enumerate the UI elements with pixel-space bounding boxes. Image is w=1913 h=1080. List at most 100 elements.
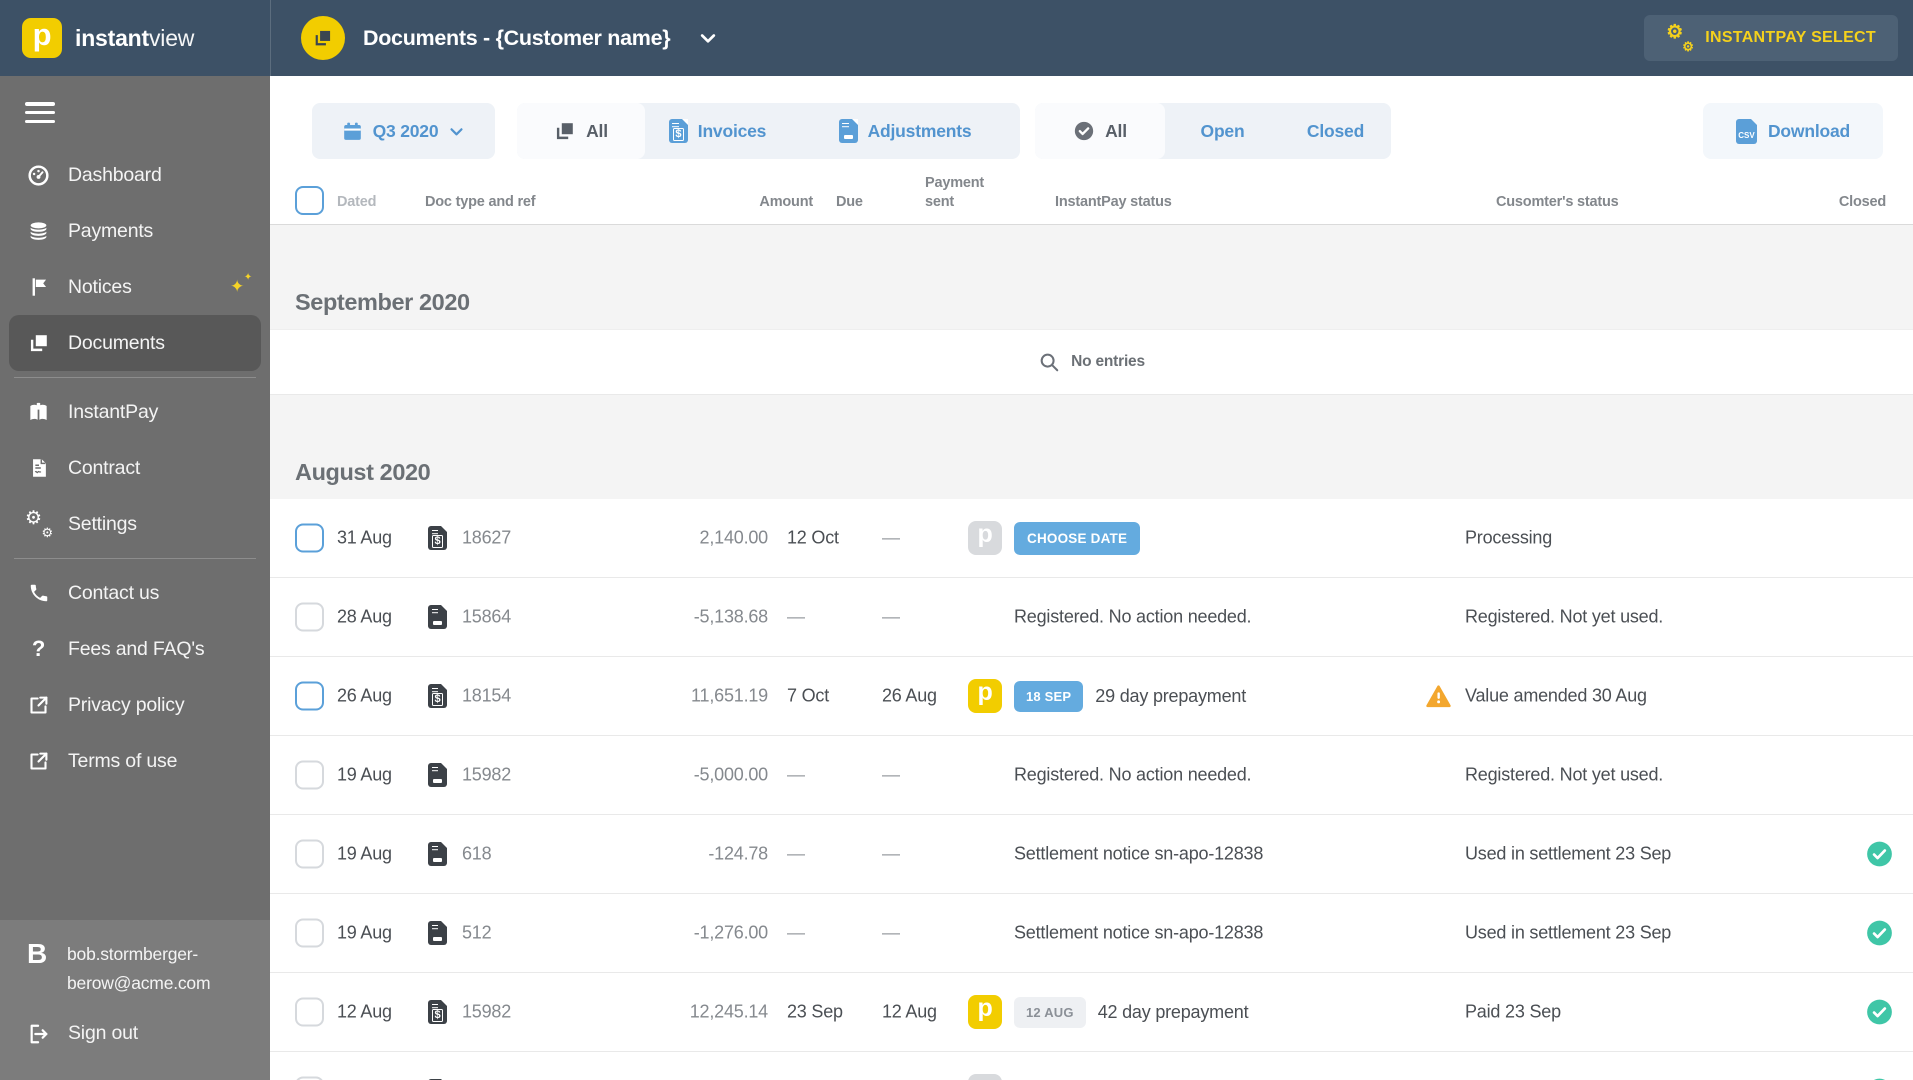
column-amount: Amount [759,194,813,210]
invoice-doc-icon: $ [428,684,447,708]
status-filter-all[interactable]: All [1035,103,1165,159]
row-ref: 15982 [462,1001,512,1022]
row-checkbox[interactable] [295,523,324,553]
row-amount: 11,651.19 [691,685,768,706]
sidebar-item-settings[interactable]: ⚙ ⚙ Settings [0,496,270,552]
section-title: September 2020 [295,289,470,315]
sidebar-item-dashboard[interactable]: Dashboard [0,147,270,203]
doc-type-filter-adjustments[interactable]: Adjustments [790,103,1020,159]
sidebar-item-fees-and-faq-s[interactable]: ? Fees and FAQ's [0,621,270,677]
row-customer-status: Registered. Not yet used. [1465,764,1664,785]
row-ref: 15864 [462,606,512,627]
row-instantpay-status: Registered. No action needed. [968,764,1252,786]
row-checkbox[interactable] [295,681,324,711]
sidebar-item-label: Contract [68,456,141,479]
instantpay-status-text: Settlement notice sn-apo-12838 [1014,922,1264,943]
row-instantpay-status: Settlement notice sn-apo-12838 [968,844,1263,865]
calendar-icon [342,121,363,142]
table-row: 19 Aug 512 -1,276.00 — — Settlement notice sn… [270,894,1913,973]
instantpay-logo-icon: p [968,994,1002,1029]
row-checkbox[interactable] [295,839,324,869]
choose-date-button[interactable]: CHOOSE DATE [1014,521,1141,555]
table-header: Dated Doc type and ref Amount Due Paymen… [270,170,1913,225]
row-checkbox[interactable] [295,918,324,948]
gears-icon: ⚙ ⚙ [25,508,53,540]
sidebar-item-label: Terms of use [68,749,178,772]
row-instantpay-status: Settlement notice sn-apo-12838 [968,923,1263,944]
invoice-doc-icon: $ [428,1000,447,1024]
row-amount: -124.78 [708,843,768,864]
row-doc-icon [428,605,447,629]
sidebar-item-contract[interactable]: Contract [0,440,270,496]
coins-icon [25,220,52,243]
section-heading: September 2020 [270,225,1913,329]
topbar: Documents - {Customer name} ⚙ ⚙ INSTANTPA… [270,0,1913,76]
table-row: 26 Aug $18154 11,651.19 7 Oct 26 Aug p 18 SEP 2… [270,657,1913,736]
closed-check-icon [1866,841,1893,868]
row-customer-status: Paid 23 Sep [1465,1001,1561,1022]
sidebar-item-terms-of-use[interactable]: Terms of use [0,733,270,789]
download-button[interactable]: CSV Download [1703,103,1883,159]
row-ref: 512 [462,922,492,943]
sidebar-item-label: Settings [68,512,137,535]
row-instantpay-status: Registered. No action needed. [968,607,1252,628]
sidebar-item-documents[interactable]: Documents [9,315,261,371]
doc-type-filter-all[interactable]: All [517,103,645,159]
sidebar-item-payments[interactable]: Payments [0,203,270,259]
closed-check-icon [1866,920,1893,947]
row-checkbox[interactable] [295,997,324,1027]
column-due: Due [836,194,863,210]
table-row: 19 Aug 618 -124.78 — — Settlement notice sn-a… [270,815,1913,894]
status-filter-closed[interactable]: Closed [1280,103,1391,159]
row-amount: -1,276.00 [693,922,768,943]
sidebar-footer: B bob.stormberger- berow@acme.com Sign o… [0,920,270,1080]
customer-selector-chevron-down-icon[interactable] [698,28,718,48]
instantpay-status-text: Settlement notice sn-apo-12838 [1014,843,1264,864]
sidebar-divider [14,377,256,378]
row-due: 23 Sep [787,1001,843,1022]
csv-file-icon: CSV [1735,118,1757,144]
row-payment-sent: — [882,843,900,864]
sidebar-item-notices[interactable]: Notices ✦ ✦ [0,259,270,315]
instantpay-status-text: 42 day prepayment [1097,1001,1249,1022]
menu-icon[interactable] [25,102,55,128]
question-icon: ? [31,636,46,661]
row-due: — [787,922,805,943]
sidebar-item-label: Notices [68,275,132,298]
invoice-doc-icon: $ [428,526,447,550]
select-all-checkbox[interactable] [295,186,324,215]
row-dated: 12 Aug [337,1001,392,1022]
status-filter-open[interactable]: Open [1165,103,1280,159]
row-ref: 618 [462,843,492,864]
user-email: bob.stormberger- berow@acme.com [67,944,211,993]
flag-icon [25,276,52,298]
sidebar-item-instantpay[interactable]: InstantPay [0,384,270,440]
avatar: B [27,938,48,969]
sidebar-item-sign-out[interactable]: Sign out [25,1022,138,1045]
sidebar-item-contact-us[interactable]: Contact us [0,565,270,621]
period-filter[interactable]: Q3 2020 [312,103,495,159]
sidebar: p instantview Dashboard Payments Notices ✦ ✦… [0,0,270,1080]
sign-out-label: Sign out [68,1022,138,1044]
row-doc-icon [428,842,447,866]
invoice-blue-icon: $ [668,119,688,143]
row-dated: 26 Aug [337,685,392,706]
instantpay-select-button[interactable]: ⚙ ⚙ INSTANTPAY SELECT [1644,15,1898,61]
row-checkbox[interactable] [295,602,324,632]
row-checkbox[interactable] [295,1076,324,1080]
instantpay-logo-icon: p [968,520,1002,555]
sidebar-divider [14,558,256,559]
instantpay-status-text: Registered. No action needed. [1014,764,1252,785]
row-due: — [787,843,805,864]
document-list: September 2020 No entries August 2020 31 Au… [270,225,1913,1080]
empty-row: No entries [270,329,1913,395]
row-dated: 19 Aug [337,764,392,785]
row-payment-sent: — [882,606,900,627]
table-row: 5 Aug$159815,433.9810 Sep10 SeppPaid 24 … [270,1052,1913,1080]
row-payment-sent: — [882,764,900,785]
row-payment-sent: 26 Aug [882,685,937,706]
filter-bar: Q3 2020 All $ Invoices Adjustments All Open C… [270,76,1913,170]
sidebar-item-privacy-policy[interactable]: Privacy policy [0,677,270,733]
doc-type-filter-invoices[interactable]: $ Invoices [645,103,790,159]
row-checkbox[interactable] [295,760,324,790]
